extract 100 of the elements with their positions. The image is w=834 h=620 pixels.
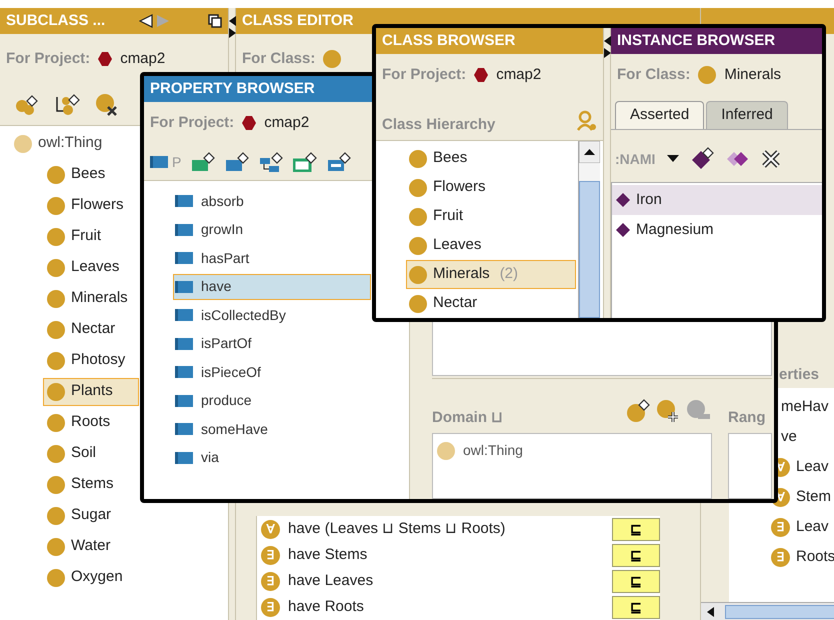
tree-item: Sugar (71, 505, 112, 526)
delete-icon[interactable] (761, 149, 782, 169)
tree-row[interactable]: Oxygen (43, 564, 139, 592)
instance-count: (2) (500, 264, 518, 284)
add-object-property-icon[interactable] (191, 152, 216, 172)
scroll-up-icon[interactable] (579, 141, 600, 163)
property-icon (150, 156, 168, 168)
class-row[interactable]: Nectar (406, 289, 576, 318)
instance-row[interactable]: Magnesium (612, 215, 822, 245)
add-subclass-icon[interactable] (14, 94, 40, 116)
tree-row[interactable]: Fruit (43, 222, 139, 250)
tree-item: Stem (796, 486, 832, 507)
property-row[interactable]: isPieceOf (173, 359, 371, 386)
delete-property-icon[interactable] (327, 152, 352, 172)
relation-cell[interactable]: ⊑ (612, 544, 660, 566)
property-row[interactable]: produce (173, 388, 371, 414)
tree-row[interactable]: Photosy (43, 346, 139, 374)
class-icon (409, 178, 427, 196)
class-icon (47, 476, 65, 494)
tree-row[interactable]: Stems (43, 470, 139, 498)
add-instance-icon[interactable] (691, 147, 716, 171)
add-class-icon[interactable] (626, 399, 650, 423)
panel-title: SUBCLASS ... (6, 10, 106, 31)
quantifier-symbol: ∃ (261, 546, 280, 564)
scrollbar-thumb[interactable] (725, 604, 834, 618)
add-annotation-property-icon[interactable] (293, 152, 318, 172)
scrollbar-thumb[interactable] (579, 181, 600, 318)
project-icon (474, 68, 488, 82)
property-row[interactable]: via (173, 444, 371, 471)
quantifier-symbol: ∃ (261, 598, 280, 616)
property-row[interactable]: someHave (173, 416, 371, 442)
class-row[interactable]: Leaves (406, 231, 576, 260)
class-row[interactable]: Minerals (2) (406, 260, 576, 289)
tree-row[interactable]: Bees (43, 160, 139, 188)
property-icon (175, 309, 193, 322)
tree-row[interactable]: Sugar (43, 502, 139, 530)
instance-name: Magnesium (636, 220, 714, 240)
restriction-text: have (Leaves ⊔ Stems ⊔ Roots) (288, 518, 506, 539)
quantifier-symbol: ∃ (771, 548, 790, 566)
class-icon (409, 150, 427, 168)
tree-row[interactable]: Plants (43, 378, 139, 406)
property-icon (175, 224, 193, 236)
class-row[interactable]: Fruit (406, 202, 576, 231)
dropdown-caret-icon[interactable] (667, 155, 680, 163)
vertical-scrollbar[interactable] (578, 141, 600, 318)
field-label: For Project: (6, 48, 90, 69)
property-name: absorb (201, 192, 244, 211)
class-icon (47, 506, 65, 524)
tab[interactable]: Inferred (706, 101, 788, 129)
property-row[interactable]: absorb (173, 188, 371, 214)
class-row[interactable]: Bees (406, 144, 576, 173)
property-row[interactable]: hasPart (173, 245, 371, 272)
delete-class-icon[interactable] (94, 92, 120, 116)
relation-cell[interactable]: ⊑ (612, 596, 660, 618)
relation-cell[interactable]: ⊑ (612, 518, 660, 540)
add-sibling-icon[interactable] (54, 94, 80, 116)
class-name: Flowers (433, 177, 486, 198)
tree-row[interactable]: Soil (43, 440, 139, 468)
add-expression-icon[interactable] (656, 399, 680, 423)
tree-row[interactable]: Nectar (43, 316, 139, 344)
copy-instance-icon[interactable] (727, 151, 750, 167)
class-icon (47, 444, 65, 462)
tree-row[interactable]: Minerals (43, 284, 139, 312)
property-icon (175, 452, 193, 464)
property-name: growIn (201, 220, 244, 240)
property-row[interactable]: growIn (173, 216, 371, 243)
property-row[interactable]: isPartOf (173, 330, 371, 357)
instance-row[interactable]: Iron (612, 185, 822, 215)
tree-row[interactable]: Roots (43, 408, 139, 436)
horizontal-scrollbar[interactable] (701, 602, 834, 620)
collapse-right-icon[interactable] (604, 48, 610, 58)
class-icon (409, 208, 427, 226)
domain-item[interactable]: owl:Thing (463, 440, 523, 461)
add-datatype-property-icon[interactable] (225, 152, 250, 172)
property-row[interactable]: isCollectedBy (173, 302, 371, 328)
root-class-icon (437, 442, 455, 460)
class-icon (47, 228, 65, 246)
panel-title: CLASS BROWSER (382, 30, 516, 51)
project-name: cmap2 (120, 48, 166, 69)
property-row[interactable]: have (173, 274, 371, 300)
property-name: someHave (201, 420, 268, 439)
panel-title: PROPERTY BROWSER (150, 78, 315, 99)
back-icon[interactable] (139, 14, 154, 28)
tab[interactable]: Asserted (615, 101, 704, 129)
property-name: hasPart (201, 248, 250, 268)
tree-row[interactable]: Flowers (43, 192, 139, 220)
tree-row[interactable]: Water (43, 532, 139, 560)
class-name: Minerals (724, 64, 782, 85)
field-label: For Project: (382, 64, 466, 85)
relation-cell[interactable]: ⊑ (612, 570, 660, 592)
property-name: produce (201, 391, 252, 410)
add-subproperty-icon[interactable] (259, 152, 284, 172)
tree-item: ve (781, 426, 797, 447)
tree-item[interactable]: owl:Thing (38, 132, 102, 155)
instance-icon (616, 193, 630, 207)
project-icon (242, 116, 256, 130)
tree-row[interactable]: Leaves (43, 254, 139, 282)
class-row[interactable]: Flowers (406, 173, 576, 202)
window-icon[interactable] (208, 14, 222, 28)
restriction-text: have Roots (288, 596, 364, 617)
